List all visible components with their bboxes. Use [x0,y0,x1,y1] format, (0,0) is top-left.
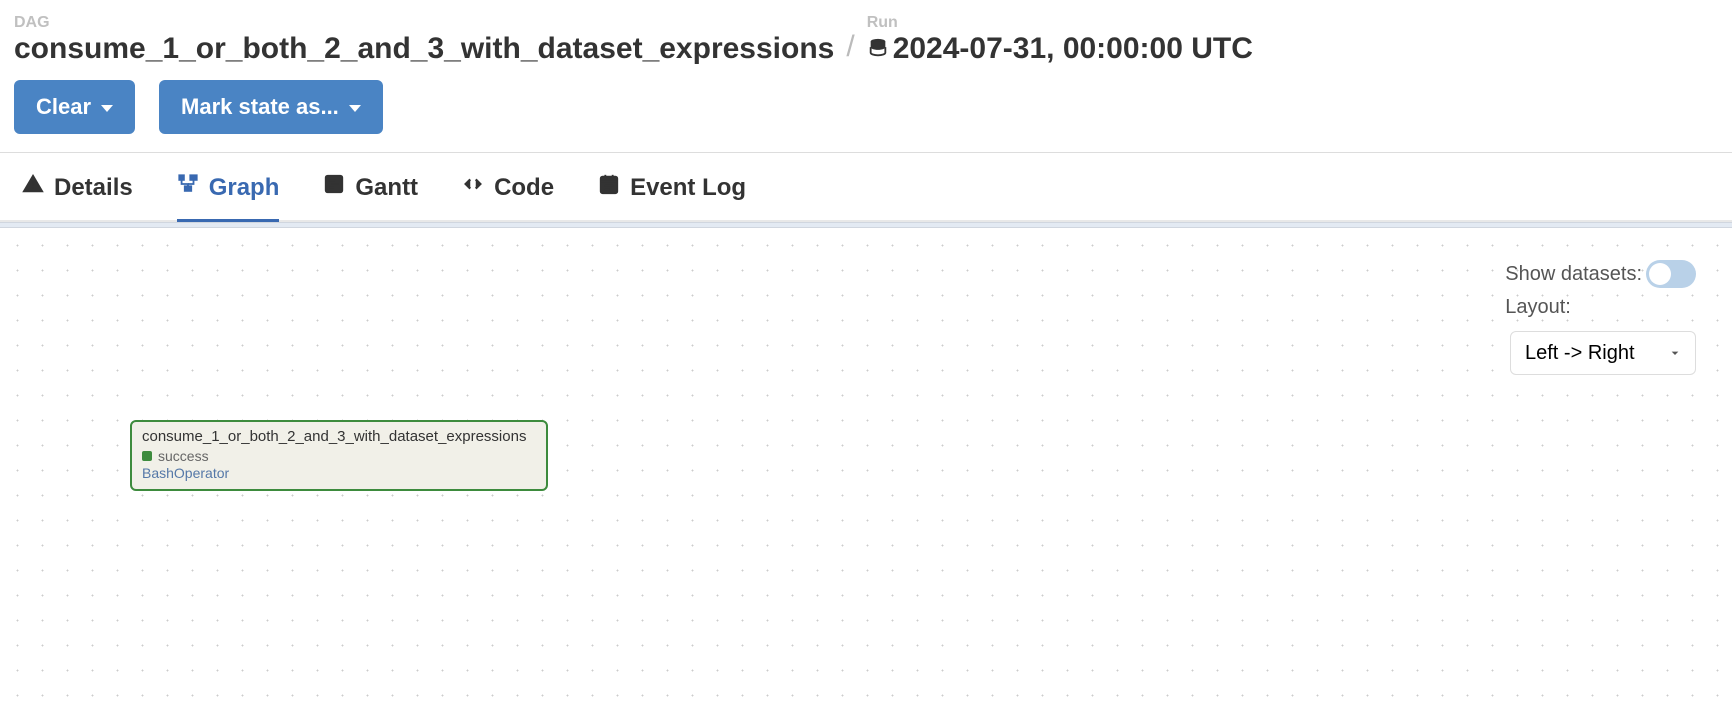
mark-state-button-label: Mark state as... [181,94,339,120]
layout-label: Layout: [1505,296,1571,319]
code-icon [462,173,484,202]
gantt-icon [323,173,345,202]
graph-canvas[interactable]: Show datasets: Layout: Left -> Right con… [0,228,1732,698]
task-title: consume_1_or_both_2_and_3_with_dataset_e… [142,428,536,445]
mark-state-button[interactable]: Mark state as... [159,80,383,134]
dag-name: consume_1_or_both_2_and_3_with_dataset_e… [14,32,834,66]
show-datasets-label: Show datasets: [1505,263,1642,286]
status-success-icon [142,451,152,461]
page-header: DAG consume_1_or_both_2_and_3_with_datas… [0,0,1732,152]
tabs: Details Graph Gantt Code Event Log [0,153,1732,222]
clear-button-label: Clear [36,94,91,120]
breadcrumb: DAG consume_1_or_both_2_and_3_with_datas… [14,14,1718,66]
breadcrumb-run[interactable]: Run 2024-07-31, 00:00:00 UTC [867,14,1253,66]
tab-label: Event Log [630,174,746,202]
dag-label: DAG [14,14,834,32]
action-buttons: Clear Mark state as... [14,66,1718,152]
show-datasets-toggle[interactable] [1646,260,1696,288]
tab-label: Details [54,174,133,202]
graph-controls: Show datasets: Layout: Left -> Right [1505,260,1696,375]
tab-label: Graph [209,174,280,202]
toggle-knob [1649,263,1671,285]
breadcrumb-separator: / [846,30,854,66]
tab-label: Gantt [355,174,418,202]
run-timestamp: 2024-07-31, 00:00:00 UTC [893,32,1253,66]
tab-code[interactable]: Code [462,173,554,220]
caret-down-icon [101,105,113,112]
caret-down-icon [349,105,361,112]
tab-gantt[interactable]: Gantt [323,173,418,220]
breadcrumb-dag[interactable]: DAG consume_1_or_both_2_and_3_with_datas… [14,14,834,66]
database-icon [867,32,889,66]
run-label: Run [867,14,1253,32]
warning-icon [22,173,44,202]
tab-details[interactable]: Details [22,173,133,220]
clear-button[interactable]: Clear [14,80,135,134]
task-operator: BashOperator [142,465,536,481]
layout-label-row: Layout: [1505,296,1571,319]
tab-label: Code [494,174,554,202]
task-node[interactable]: consume_1_or_both_2_and_3_with_dataset_e… [130,420,548,491]
tab-graph[interactable]: Graph [177,173,280,220]
show-datasets-control: Show datasets: [1505,260,1696,288]
run-value: 2024-07-31, 00:00:00 UTC [867,32,1253,66]
tab-event-log[interactable]: Event Log [598,173,746,220]
calendar-icon [598,173,620,202]
task-status: success [158,448,209,464]
layout-select[interactable]: Left -> Right [1510,331,1696,375]
task-status-row: success [142,448,536,464]
graph-icon [177,173,199,202]
